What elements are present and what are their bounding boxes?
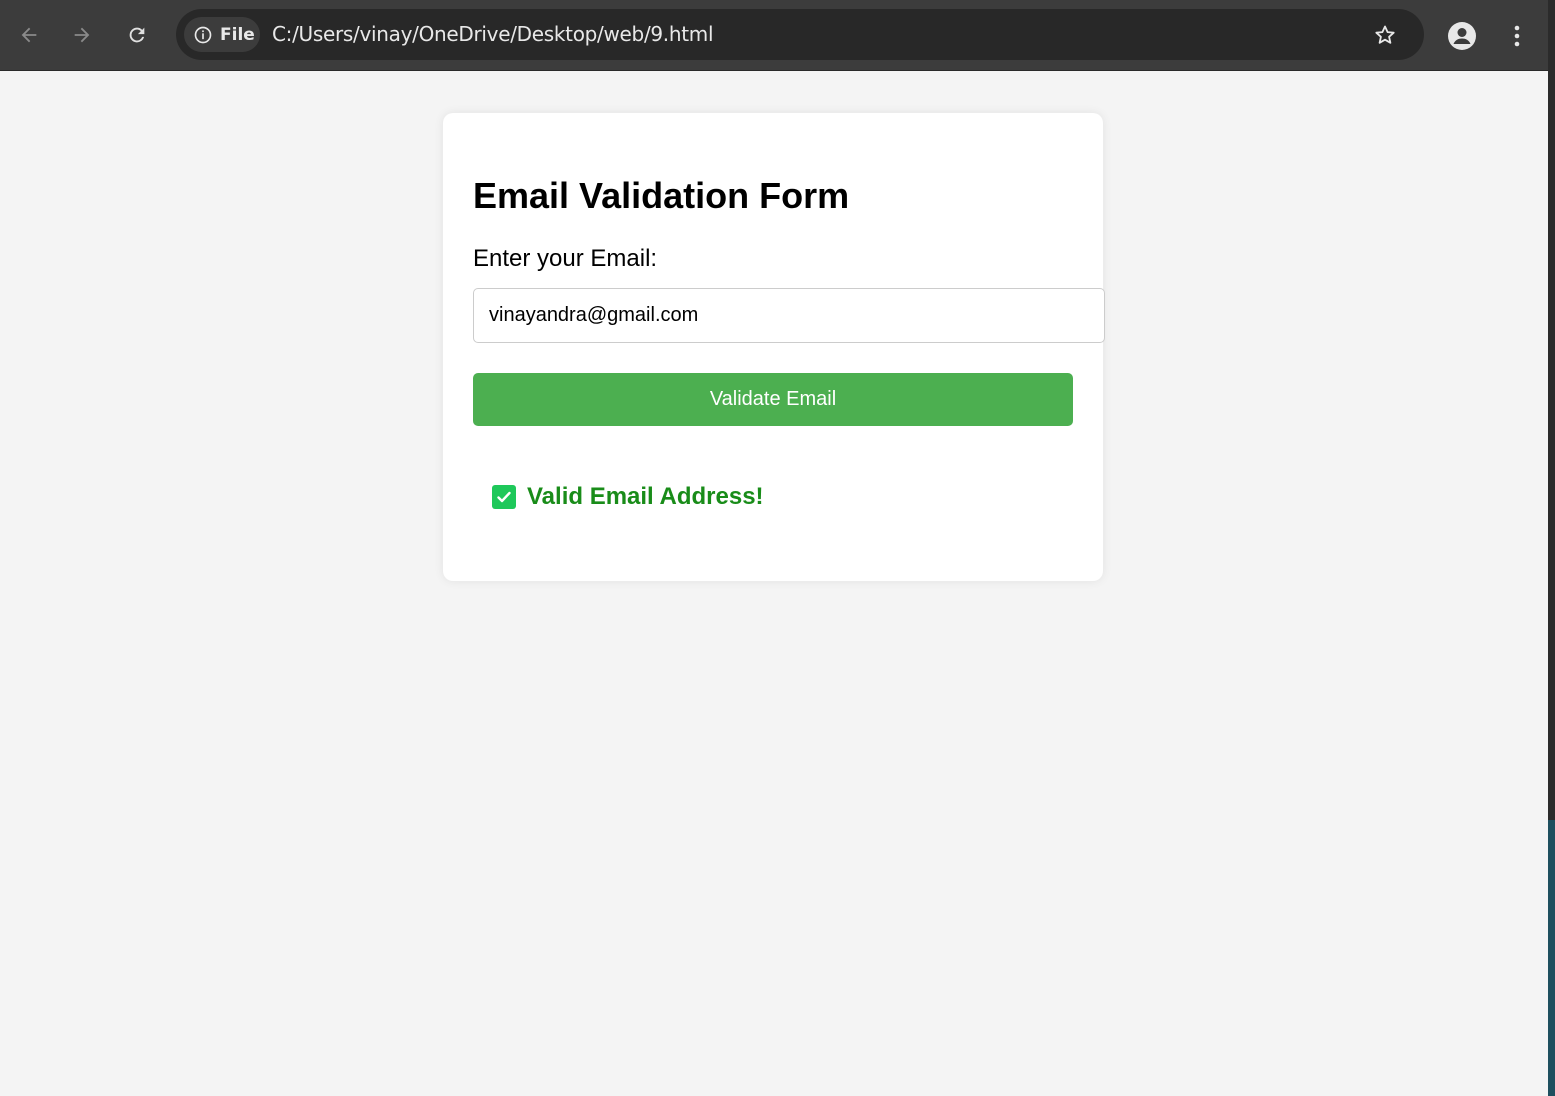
- check-mark-icon: [492, 485, 516, 509]
- page-viewport: Email Validation Form Enter your Email: …: [0, 71, 1548, 1096]
- profile-button[interactable]: [1445, 19, 1479, 53]
- validation-result: Valid Email Address!: [492, 483, 764, 511]
- address-bar[interactable]: File C:/Users/vinay/OneDrive/Desktop/web…: [176, 9, 1424, 60]
- star-icon: [1375, 25, 1395, 44]
- avatar-icon: [1448, 22, 1476, 50]
- site-info-label: File: [220, 24, 255, 45]
- form-title: Email Validation Form: [473, 175, 850, 216]
- validate-email-button[interactable]: Validate Email: [473, 373, 1073, 426]
- reload-button[interactable]: [119, 17, 155, 53]
- forward-button[interactable]: [64, 17, 100, 53]
- browser-menu-button[interactable]: [1503, 19, 1531, 53]
- url-text[interactable]: C:/Users/vinay/OneDrive/Desktop/web/9.ht…: [272, 22, 714, 46]
- more-vertical-icon: [1514, 25, 1520, 47]
- background-window-edge: [1548, 820, 1555, 1096]
- site-info-chip[interactable]: File: [184, 17, 260, 52]
- arrow-left-icon: [21, 27, 37, 43]
- back-button[interactable]: [11, 17, 47, 53]
- info-icon: [194, 26, 212, 43]
- reload-icon: [129, 27, 145, 43]
- arrow-right-icon: [74, 27, 90, 43]
- email-input[interactable]: [473, 288, 1105, 343]
- result-message: Valid Email Address!: [527, 483, 764, 510]
- browser-toolbar: File C:/Users/vinay/OneDrive/Desktop/web…: [0, 0, 1555, 71]
- form-card: Email Validation Form Enter your Email: …: [443, 113, 1105, 581]
- email-label: Enter your Email:: [473, 245, 658, 272]
- bookmark-button[interactable]: [1367, 17, 1403, 53]
